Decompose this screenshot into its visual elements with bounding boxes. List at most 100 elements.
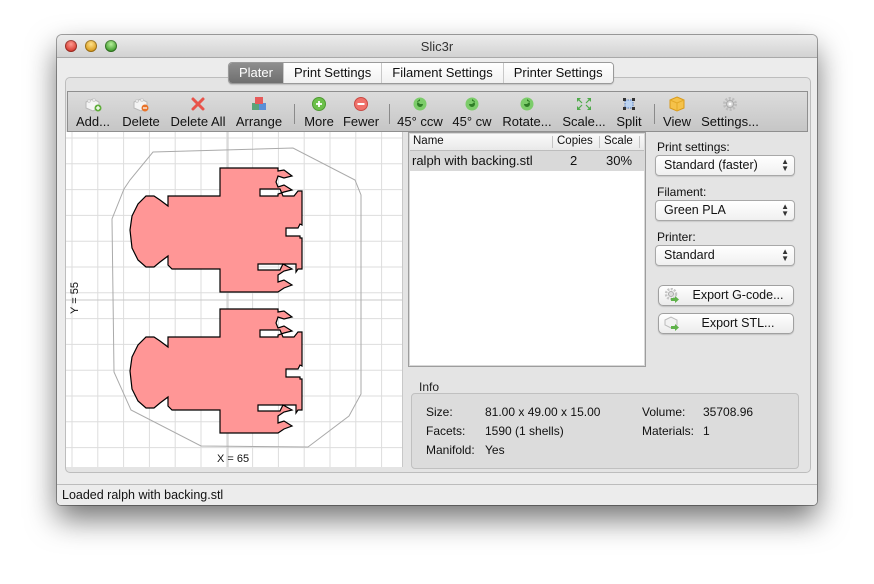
fewer-label: Fewer bbox=[342, 114, 380, 129]
manifold-label: Manifold: bbox=[426, 443, 475, 457]
rotate-label: Rotate... bbox=[502, 114, 552, 129]
export-gcode-button[interactable]: Export G-code... bbox=[658, 285, 794, 306]
delete-object-icon bbox=[133, 98, 149, 112]
scale-button[interactable]: Scale... bbox=[560, 92, 608, 131]
rotate-45-ccw-label: 45° ccw bbox=[397, 114, 443, 129]
status-text: Loaded ralph with backing.stl bbox=[62, 488, 224, 502]
tab-print-settings[interactable]: Print Settings bbox=[283, 63, 383, 83]
export-stl-icon bbox=[664, 316, 679, 331]
toolbar-separator bbox=[389, 104, 390, 124]
rotate-ccw-icon bbox=[413, 97, 427, 111]
tab-bar: Plater Print Settings Filament Settings … bbox=[228, 62, 614, 84]
more-button[interactable]: More bbox=[301, 92, 337, 131]
rotate-45-ccw-button[interactable]: 45° ccw bbox=[396, 92, 444, 131]
object-list[interactable]: Name Copies Scale ralph with backing.stl… bbox=[408, 132, 646, 367]
view-button[interactable]: View bbox=[660, 92, 694, 131]
size-value: 81.00 x 49.00 x 15.00 bbox=[485, 405, 601, 419]
updown-arrows-icon: ▲ ▼ bbox=[781, 247, 789, 263]
volume-label: Volume: bbox=[642, 405, 686, 419]
column-copies[interactable]: Copies bbox=[557, 135, 593, 147]
print-settings-label: Print settings: bbox=[657, 140, 730, 154]
print-settings-value: Standard (faster) bbox=[664, 158, 758, 172]
export-stl-label: Export STL... bbox=[701, 316, 775, 330]
filament-select[interactable]: Green PLA ▲ ▼ bbox=[655, 200, 795, 221]
printer-select[interactable]: Standard ▲ ▼ bbox=[655, 245, 795, 266]
status-bar: Loaded ralph with backing.stl bbox=[57, 484, 817, 505]
add-object-icon bbox=[85, 98, 102, 112]
filament-value: Green PLA bbox=[664, 203, 726, 217]
facets-label: Facets: bbox=[426, 424, 466, 438]
info-title: Info bbox=[419, 380, 440, 394]
rotate-icon bbox=[520, 97, 534, 111]
delete-all-button[interactable]: Delete All bbox=[167, 92, 229, 131]
object-copy-1[interactable] bbox=[129, 167, 303, 293]
title-bar[interactable]: Slic3r bbox=[57, 35, 817, 58]
arrange-button[interactable]: Arrange bbox=[233, 92, 285, 131]
settings-label: Settings... bbox=[701, 114, 759, 129]
column-divider bbox=[639, 136, 640, 148]
manifold-value: Yes bbox=[485, 443, 505, 457]
object-row[interactable]: ralph with backing.stl 2 30% bbox=[410, 151, 644, 171]
object-copies: 2 bbox=[570, 153, 578, 168]
export-gcode-label: Export G-code... bbox=[692, 288, 784, 302]
x-axis-label: X = 65 bbox=[217, 453, 250, 465]
plater-toolbar: Add... Delete Delete All Arrange More Fe… bbox=[67, 91, 808, 132]
updown-arrows-icon: ▲ ▼ bbox=[781, 157, 789, 173]
delete-button[interactable]: Delete bbox=[118, 92, 164, 131]
plus-circle-icon bbox=[312, 97, 326, 111]
fewer-button[interactable]: Fewer bbox=[341, 92, 381, 131]
scale-label: Scale... bbox=[562, 114, 606, 129]
tab-filament-settings[interactable]: Filament Settings bbox=[382, 63, 504, 83]
plater-grid bbox=[66, 132, 402, 467]
size-label: Size: bbox=[426, 405, 453, 419]
view-cube-icon bbox=[669, 96, 685, 112]
info-panel: Size: 81.00 x 49.00 x 15.00 Volume: 3570… bbox=[411, 393, 799, 469]
updown-arrows-icon: ▲ ▼ bbox=[781, 202, 789, 218]
object-outline bbox=[129, 308, 303, 434]
rotate-45-cw-button[interactable]: 45° cw bbox=[450, 92, 494, 131]
slic3r-window: Slic3r Plater Print Settings Filament Se… bbox=[57, 35, 817, 505]
filament-label: Filament: bbox=[657, 185, 707, 199]
split-label: Split bbox=[616, 114, 642, 129]
window-title: Slic3r bbox=[420, 39, 454, 54]
object-copy-2[interactable] bbox=[129, 308, 303, 434]
delete-all-icon bbox=[191, 97, 205, 111]
column-divider bbox=[599, 136, 600, 148]
object-name: ralph with backing.stl bbox=[412, 153, 533, 168]
arrange-label: Arrange bbox=[235, 114, 283, 129]
delete-label: Delete bbox=[122, 114, 160, 129]
arrange-icon bbox=[252, 97, 266, 110]
settings-button[interactable]: Settings... bbox=[698, 92, 762, 131]
materials-value: 1 bbox=[703, 424, 710, 438]
object-scale: 30% bbox=[606, 153, 633, 168]
add-button[interactable]: Add... bbox=[72, 92, 114, 131]
gear-icon bbox=[723, 97, 737, 111]
split-button[interactable]: Split bbox=[612, 92, 646, 131]
tab-printer-settings[interactable]: Printer Settings bbox=[503, 63, 613, 83]
rotate-cw-icon bbox=[465, 97, 479, 111]
toolbar-separator bbox=[294, 104, 295, 124]
object-list-header: Name Copies Scale bbox=[410, 134, 644, 151]
split-icon bbox=[623, 98, 635, 110]
export-gcode-icon bbox=[664, 288, 679, 303]
materials-label: Materials: bbox=[642, 424, 695, 438]
rotate-button[interactable]: Rotate... bbox=[500, 92, 554, 131]
export-stl-button[interactable]: Export STL... bbox=[658, 313, 794, 334]
column-scale[interactable]: Scale bbox=[604, 135, 633, 147]
print-settings-select[interactable]: Standard (faster) ▲ ▼ bbox=[655, 155, 795, 176]
add-label: Add... bbox=[76, 114, 110, 129]
rotate-45-cw-label: 45° cw bbox=[452, 114, 492, 129]
column-name[interactable]: Name bbox=[413, 135, 444, 147]
more-label: More bbox=[304, 114, 334, 129]
printer-label: Printer: bbox=[657, 230, 696, 244]
view-label: View bbox=[663, 114, 691, 129]
tab-plater[interactable]: Plater bbox=[229, 63, 284, 83]
minus-circle-icon bbox=[354, 97, 368, 111]
y-axis-label: Y = 55 bbox=[68, 282, 81, 314]
volume-value: 35708.96 bbox=[703, 405, 754, 419]
toolbar-separator bbox=[654, 104, 655, 124]
plater-canvas[interactable]: X = 65 Y = 55 bbox=[66, 132, 403, 467]
object-outline bbox=[129, 167, 303, 293]
facets-value: 1590 (1 shells) bbox=[485, 424, 564, 438]
delete-all-label: Delete All bbox=[170, 114, 226, 129]
